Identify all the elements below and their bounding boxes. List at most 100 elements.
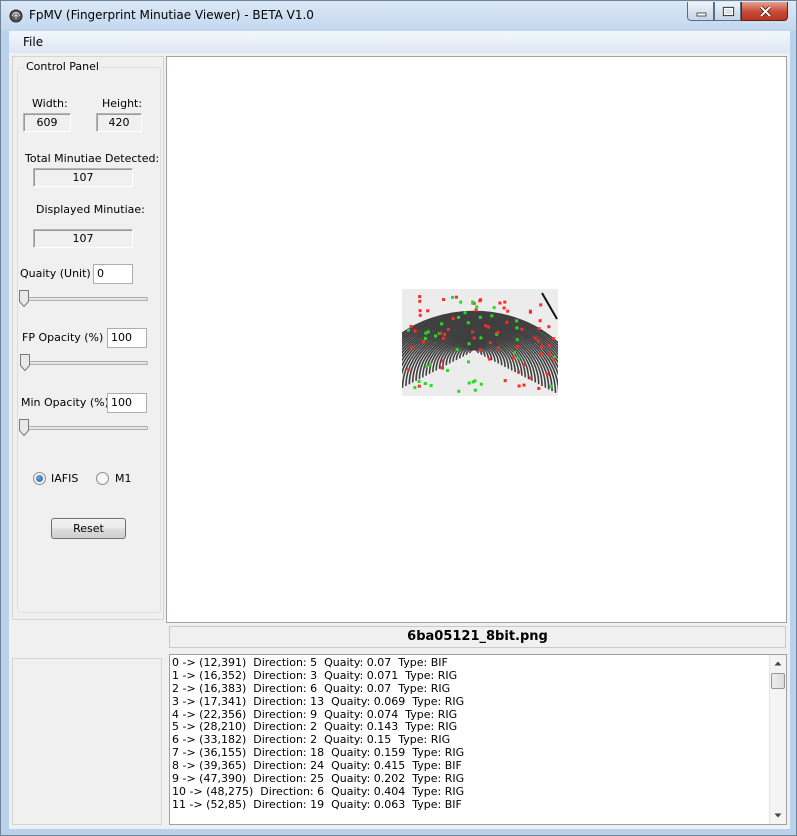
displayed-minutiae-label: Displayed Minutiae: (36, 203, 145, 216)
minutia-marker (496, 331, 500, 334)
quality-input[interactable]: 0 (93, 264, 133, 284)
maximize-button[interactable] (714, 2, 741, 21)
reset-button[interactable]: Reset (51, 518, 126, 539)
minutia-marker (409, 325, 413, 328)
minutia-marker (471, 380, 475, 384)
minutia-marker (467, 360, 470, 364)
minutia-marker (517, 370, 521, 374)
minutia-marker (540, 352, 544, 356)
minutia-marker (407, 328, 410, 332)
list-item[interactable]: 0 -> (12,391) Direction: 5 Quaity: 0.07 … (172, 656, 768, 670)
radio-m1[interactable] (96, 472, 109, 485)
list-item[interactable]: 3 -> (17,341) Direction: 13 Quaity: 0.06… (172, 695, 768, 709)
minutia-marker (502, 306, 506, 310)
quality-label: Quaity (Unit) > (20, 267, 104, 280)
list-item[interactable]: 9 -> (47,390) Direction: 25 Quaity: 0.20… (172, 772, 768, 786)
close-button[interactable] (741, 2, 788, 21)
fp-opacity-slider-thumb[interactable] (20, 354, 30, 371)
minutia-marker (413, 329, 417, 333)
menu-bar: File (9, 31, 790, 53)
list-item[interactable]: 2 -> (16,383) Direction: 6 Quaity: 0.07 … (172, 682, 768, 696)
minutia-marker (537, 327, 541, 331)
minutia-marker (548, 343, 551, 347)
fingerprint-image (402, 289, 558, 396)
minutia-marker (440, 359, 444, 363)
minutia-marker (472, 336, 476, 340)
minutia-marker (539, 303, 543, 307)
minutia-marker (463, 311, 467, 315)
minutia-marker (492, 306, 496, 310)
fingerprint-canvas[interactable] (166, 56, 787, 623)
width-value: 609 (23, 113, 71, 132)
minutiae-list: 0 -> (12,391) Direction: 5 Quaity: 0.07 … (172, 656, 768, 812)
radio-iafis-label: IAFIS (51, 472, 79, 485)
minutia-marker (487, 325, 490, 329)
minutia-marker (478, 299, 482, 303)
minutia-marker (516, 345, 519, 349)
minutia-marker (429, 384, 433, 388)
minutia-marker (471, 330, 475, 334)
minutia-marker (459, 300, 463, 304)
minutia-marker (478, 348, 482, 352)
minutia-marker (517, 384, 521, 388)
minutia-marker (426, 330, 430, 334)
minutia-marker (467, 342, 471, 346)
list-item[interactable]: 10 -> (48,275) Direction: 6 Quaity: 0.40… (172, 785, 768, 799)
minutia-marker (548, 353, 552, 357)
list-item[interactable]: 1 -> (16,352) Direction: 3 Quaity: 0.071… (172, 669, 768, 683)
minutia-marker (513, 351, 517, 355)
minutia-marker (413, 386, 417, 389)
minimize-button[interactable] (687, 2, 714, 21)
minutia-marker (488, 357, 492, 361)
fp-opacity-label: FP Opacity (%) > (22, 331, 117, 344)
minutia-marker (503, 379, 507, 383)
fp-opacity-input[interactable]: 100 (107, 328, 147, 348)
minutia-marker (490, 314, 494, 318)
menu-file[interactable]: File (23, 35, 43, 49)
image-filename: 6ba05121_8bit.png (169, 626, 786, 648)
minutia-marker (417, 380, 421, 383)
minutia-marker (520, 327, 524, 331)
min-opacity-input[interactable]: 100 (107, 393, 147, 413)
minutia-marker (540, 345, 544, 349)
minutia-marker (549, 384, 553, 388)
minutia-marker (533, 336, 537, 340)
minutia-marker (474, 308, 478, 312)
minutia-marker (417, 384, 421, 388)
minutia-marker (515, 338, 519, 342)
minutia-marker (515, 319, 519, 323)
app-window: FpMV (Fingerprint Minutiae Viewer) - BET… (0, 0, 797, 836)
minutia-marker (475, 305, 479, 309)
quality-slider-thumb[interactable] (19, 290, 29, 307)
minutia-marker (506, 309, 510, 313)
minutia-marker (442, 298, 446, 301)
minutia-marker (424, 365, 428, 369)
minutia-marker (538, 319, 542, 323)
minutia-marker (426, 309, 430, 313)
minutia-marker (451, 317, 455, 320)
min-opacity-slider-thumb[interactable] (19, 419, 29, 436)
list-item[interactable]: 11 -> (52,85) Direction: 19 Quaity: 0.06… (172, 798, 768, 812)
close-icon (759, 5, 772, 18)
radio-iafis[interactable] (33, 472, 46, 485)
min-opacity-slider-track[interactable] (22, 426, 148, 430)
minutia-marker (528, 376, 532, 380)
scroll-down-arrow-icon[interactable] (770, 807, 786, 824)
fp-opacity-slider-track[interactable] (22, 361, 148, 365)
minutia-marker (551, 337, 555, 341)
height-value: 420 (96, 113, 142, 132)
minutia-marker (439, 331, 442, 335)
minutia-marker (424, 331, 428, 335)
minutia-marker (457, 389, 461, 393)
minimize-icon (696, 12, 707, 17)
minutiae-listbox[interactable]: 0 -> (12,391) Direction: 5 Quaity: 0.07 … (169, 654, 787, 825)
list-vertical-scrollbar[interactable] (769, 655, 786, 824)
minutia-marker (537, 386, 541, 390)
scroll-thumb[interactable] (771, 673, 785, 689)
quality-slider-track[interactable] (22, 297, 148, 301)
scroll-up-arrow-icon[interactable] (770, 655, 786, 672)
title-bar[interactable]: FpMV (Fingerprint Minutiae Viewer) - BET… (1, 1, 796, 31)
height-label: Height: (102, 97, 143, 110)
displayed-minutiae-value: 107 (33, 229, 133, 248)
minutia-marker (516, 356, 520, 360)
